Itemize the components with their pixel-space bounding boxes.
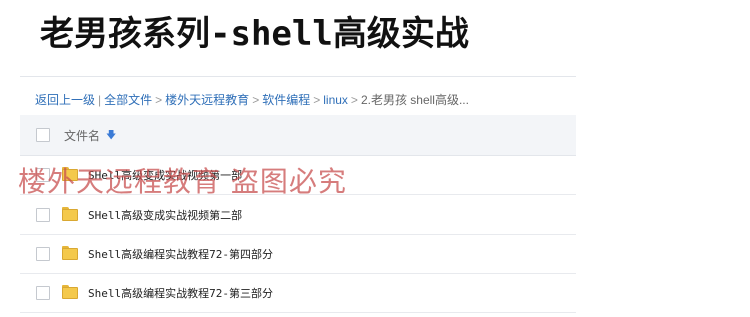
row-checkbox[interactable] (36, 247, 50, 261)
page-title: 老男孩系列-shell高级实战 (40, 14, 469, 54)
breadcrumb: 返回上一级 | 全部文件 > 楼外天远程教育 > 软件编程 > linux >2.老男孩 shel… (35, 91, 469, 108)
row-checkbox[interactable] (36, 286, 50, 300)
list-item[interactable]: SHell高级变成实战视频第二部 (20, 195, 576, 235)
breadcrumb-all-files-link[interactable]: 全部文件 (104, 93, 152, 107)
breadcrumb-separator: | (98, 93, 102, 107)
file-name[interactable]: SHell高级变成实战视频第二部 (88, 207, 242, 223)
folder-icon (62, 285, 78, 299)
breadcrumb-separator: > (155, 93, 163, 107)
breadcrumb-current: 2.老男孩 shell高级... (360, 93, 469, 107)
row-checkbox[interactable] (36, 208, 50, 222)
breadcrumb-separator: > (252, 93, 260, 107)
folder-icon (62, 246, 78, 260)
list-item[interactable]: Shell高级编程实战教程72-第四部分 (20, 234, 576, 274)
file-name[interactable]: Shell高级编程实战教程72-第三部分 (88, 285, 273, 301)
watermark-text: 楼外天远程教育 盗图必究 (18, 165, 347, 198)
breadcrumb-item-linux[interactable]: linux (323, 93, 348, 107)
list-item[interactable]: Shell高级编程实战教程72-第三部分 (20, 273, 576, 313)
column-header-filename[interactable]: 文件名 (64, 127, 100, 144)
list-header: 文件名 🡇 (20, 115, 576, 156)
select-all-checkbox[interactable] (36, 128, 50, 142)
folder-icon (62, 207, 78, 221)
breadcrumb-back-link[interactable]: 返回上一级 (35, 93, 95, 107)
breadcrumb-separator: > (313, 93, 321, 107)
file-name[interactable]: Shell高级编程实战教程72-第四部分 (88, 246, 273, 262)
breadcrumb-item-education[interactable]: 楼外天远程教育 (165, 93, 249, 107)
breadcrumb-separator: > (350, 93, 358, 107)
sort-down-icon[interactable]: 🡇 (106, 128, 116, 145)
breadcrumb-item-programming[interactable]: 软件编程 (262, 93, 310, 107)
